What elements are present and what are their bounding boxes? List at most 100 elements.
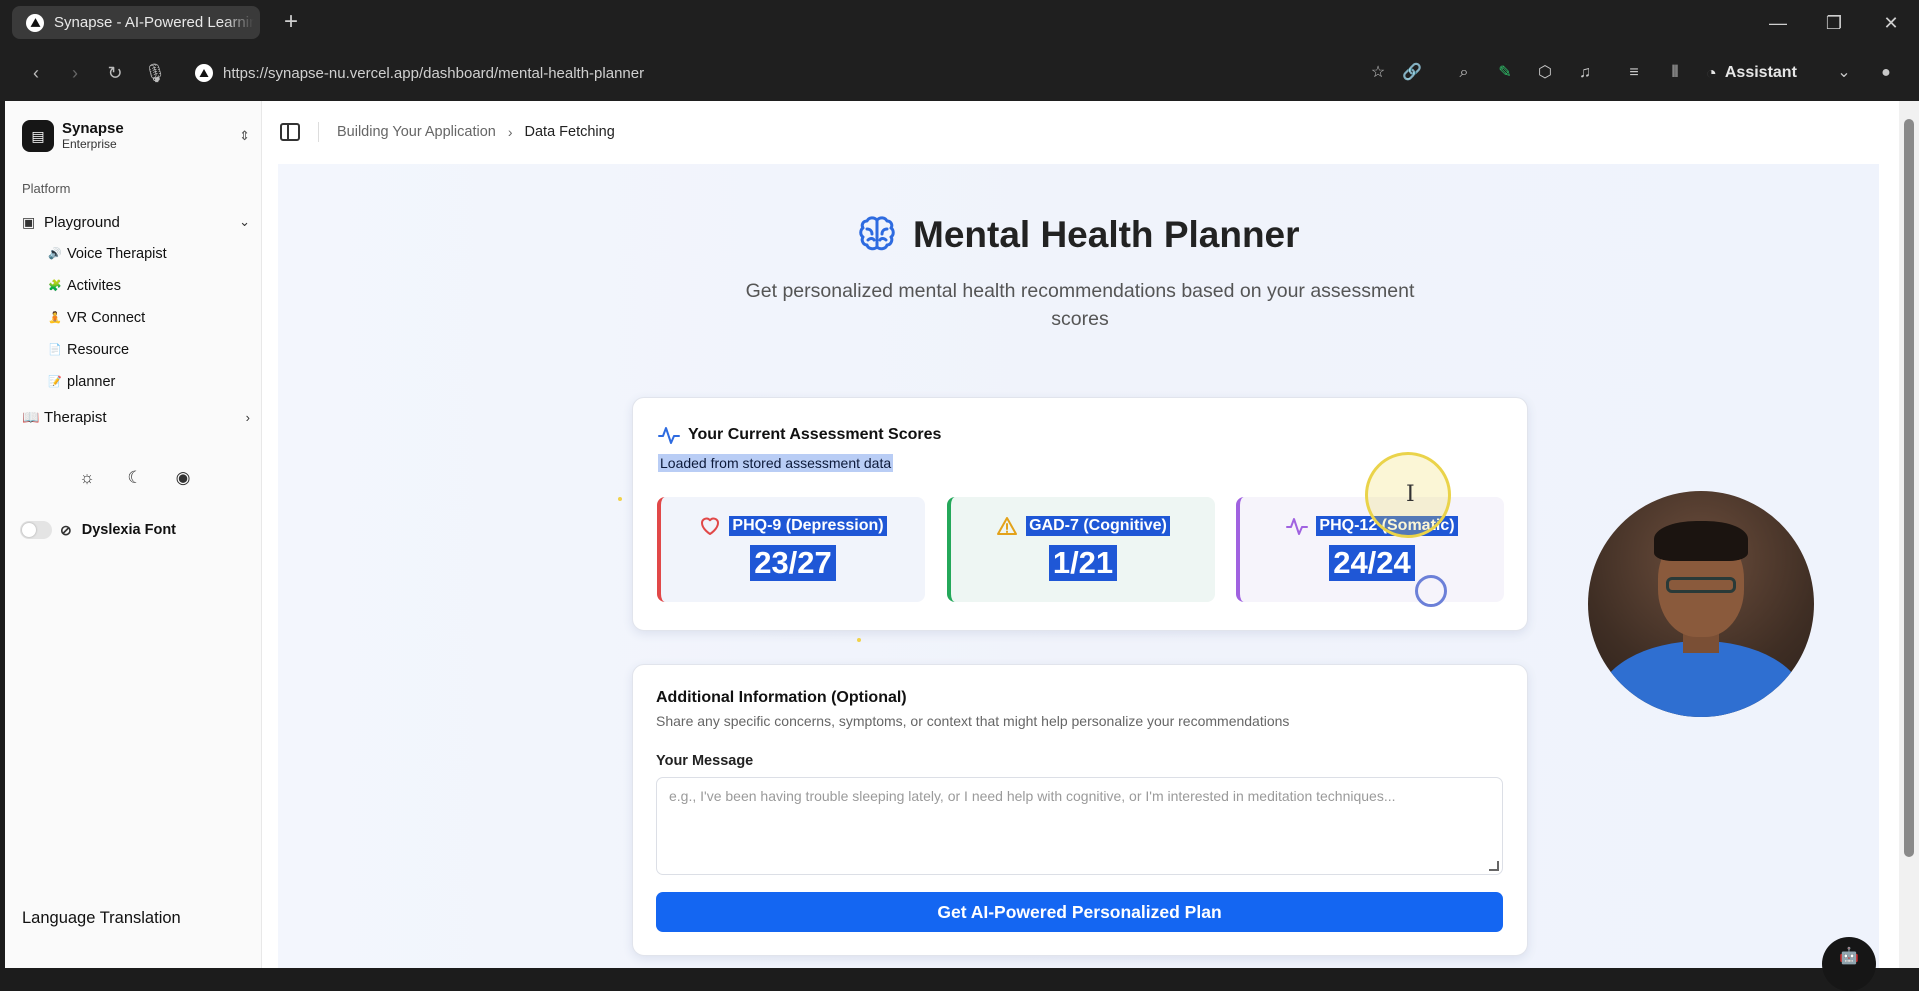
- sidebar-subitem-resource[interactable]: 📄 Resource: [48, 336, 248, 364]
- language-translation-button[interactable]: Language Translation: [22, 909, 181, 928]
- breadcrumb-current: Data Fetching: [524, 124, 615, 140]
- assistant-icon: ◔: [1706, 62, 1717, 83]
- sidebar-subitem-label: Resource: [67, 342, 130, 358]
- new-tab-button[interactable]: +: [278, 10, 304, 36]
- score-tile-gad7: GAD-7 (Cognitive) 1/21: [947, 497, 1215, 602]
- webcam-glasses: [1666, 577, 1736, 593]
- speaker-icon: 🔊: [48, 248, 62, 260]
- sidebar-subitem-activites[interactable]: 🧩 Activites: [48, 272, 248, 300]
- org-name: Synapse: [62, 120, 124, 137]
- bookmark-star-icon[interactable]: ☆: [1366, 61, 1390, 85]
- breadcrumb-parent[interactable]: Building Your Application: [337, 124, 496, 140]
- activity-icon: [658, 427, 680, 444]
- restore-icon[interactable]: ❐: [1821, 10, 1847, 36]
- message-placeholder: e.g., I've been having trouble sleeping …: [669, 788, 1396, 804]
- screenshot-search-icon[interactable]: ⌕: [1452, 61, 1476, 85]
- document-icon: 📄: [48, 344, 62, 356]
- url-field[interactable]: https://synapse-nu.vercel.app/dashboard/…: [195, 57, 1405, 89]
- scrollbar-thumb[interactable]: [1904, 119, 1914, 857]
- scores-heading-text: Your Current Assessment Scores: [688, 426, 942, 443]
- puzzle-icon: 🧩: [48, 280, 62, 292]
- org-plan: Enterprise: [62, 137, 117, 151]
- sidebar-item-therapist[interactable]: 📖 Therapist ›: [22, 403, 250, 431]
- browser-tab-bar: Synapse - AI-Powered Learning + — ❐ ✕: [0, 0, 1919, 45]
- sidebar-subitem-label: planner: [67, 374, 116, 390]
- sidebar-subitem-label: Voice Therapist: [67, 246, 167, 262]
- reading-list-icon[interactable]: ≡: [1622, 61, 1646, 85]
- chevrons-up-down-icon: ⇕: [239, 128, 250, 143]
- org-switcher[interactable]: ▤ Synapse Enterprise ⇕: [22, 116, 250, 156]
- sparkle-dot: [857, 638, 861, 642]
- assistant-button[interactable]: ◔ Assistant: [1706, 59, 1797, 87]
- dyslexia-font-row: ⊘ Dyslexia Font: [20, 521, 176, 539]
- reload-icon[interactable]: ↻: [103, 61, 127, 85]
- sun-icon[interactable]: ☼: [75, 466, 99, 490]
- url-text: https://synapse-nu.vercel.app/dashboard/…: [223, 64, 645, 82]
- sidebar-item-label: Playground: [44, 213, 120, 231]
- microphone-icon[interactable]: 🎙: [143, 61, 167, 85]
- chevron-down-icon[interactable]: ⌄: [1832, 61, 1856, 85]
- page-title-text: Mental Health Planner: [913, 214, 1300, 255]
- page-scrollbar[interactable]: [1899, 101, 1919, 968]
- message-textarea[interactable]: e.g., I've been having trouble sleeping …: [656, 777, 1503, 875]
- sidebar-toggle-icon[interactable]: [280, 123, 300, 141]
- brain-icon: [859, 216, 895, 251]
- tab-title: Synapse - AI-Powered Learning: [54, 14, 254, 31]
- site-info-icon[interactable]: [195, 64, 213, 82]
- sidebar-item-label: Therapist: [44, 408, 107, 426]
- forward-icon[interactable]: ›: [63, 61, 87, 85]
- profile-avatar-icon[interactable]: ●: [1874, 61, 1898, 85]
- message-label: Your Message: [656, 753, 754, 769]
- heart-icon: [701, 517, 720, 535]
- sidebar-subitem-planner[interactable]: 📝 planner: [48, 368, 248, 396]
- back-icon[interactable]: ‹: [24, 61, 48, 85]
- info-title: Additional Information (Optional): [656, 689, 907, 706]
- scores-subheading: Loaded from stored assessment data: [658, 454, 894, 472]
- assistant-label: Assistant: [1724, 64, 1797, 81]
- sparkle-dot: [618, 497, 622, 501]
- click-indicator: [1415, 575, 1447, 607]
- sidebar-subitem-voice-therapist[interactable]: 🔊 Voice Therapist: [48, 240, 248, 268]
- additional-info-card: Additional Information (Optional) Share …: [632, 664, 1528, 956]
- org-logo-icon: ▤: [22, 120, 54, 152]
- page-subtitle: Get personalized mental health recommend…: [745, 280, 1415, 330]
- link-icon[interactable]: 🔗: [1400, 61, 1424, 85]
- score-value: 24/24: [1329, 545, 1415, 581]
- minimize-icon[interactable]: —: [1765, 10, 1791, 36]
- audio-wave-icon[interactable]: ⦀: [1663, 61, 1687, 85]
- sidebar-subitem-label: Activites: [67, 278, 121, 294]
- webcam-overlay: [1588, 491, 1814, 717]
- score-label: GAD-7 (Cognitive): [1026, 516, 1170, 536]
- theme-switcher: ☼ ☾ ◉: [75, 466, 195, 490]
- content-header: Building Your Application › Data Fetchin…: [262, 101, 1898, 163]
- extension-icon[interactable]: ⬡: [1533, 61, 1557, 85]
- score-label: PHQ-9 (Depression): [729, 516, 887, 536]
- sidebar-subitem-label: VR Connect: [67, 310, 146, 326]
- dyslexia-font-label: Dyslexia Font: [81, 522, 177, 538]
- browser-tab[interactable]: Synapse - AI-Powered Learning: [12, 6, 260, 39]
- sidebar-item-playground[interactable]: ▣ Playground ⌄: [22, 208, 250, 236]
- text-cursor-icon: I: [1406, 482, 1415, 507]
- info-description: Share any specific concerns, symptoms, o…: [656, 713, 1290, 729]
- memo-icon: 📝: [48, 376, 62, 388]
- media-icon[interactable]: ♫: [1573, 61, 1597, 85]
- page-title: Mental Health Planner: [855, 213, 1300, 257]
- webcam-hair: [1654, 521, 1748, 561]
- resize-handle-icon[interactable]: [1489, 861, 1499, 871]
- sidebar-group-label: Platform: [22, 181, 71, 196]
- sidebar: ▤ Synapse Enterprise ⇕ Platform ▣ Playgr…: [5, 101, 262, 968]
- get-plan-button[interactable]: Get AI-Powered Personalized Plan: [656, 892, 1503, 932]
- address-bar: ‹ › ↻ 🎙 https://synapse-nu.vercel.app/da…: [0, 45, 1919, 101]
- pen-extension-icon[interactable]: ✎: [1493, 61, 1517, 85]
- vercel-triangle-icon: [26, 13, 44, 32]
- warning-icon: [997, 517, 1018, 535]
- dyslexia-font-toggle[interactable]: [20, 521, 52, 539]
- chatbot-icon[interactable]: 🤖: [1822, 937, 1876, 991]
- moon-icon[interactable]: ☾: [123, 466, 147, 490]
- score-tile-phq9: PHQ-9 (Depression) 23/27: [657, 497, 925, 602]
- eye-icon[interactable]: ◉: [171, 466, 195, 490]
- sidebar-subitem-vr-connect[interactable]: 🧘 VR Connect: [48, 304, 248, 332]
- book-icon: 📖: [22, 408, 40, 425]
- close-window-icon[interactable]: ✕: [1878, 10, 1904, 36]
- divider: [318, 122, 319, 142]
